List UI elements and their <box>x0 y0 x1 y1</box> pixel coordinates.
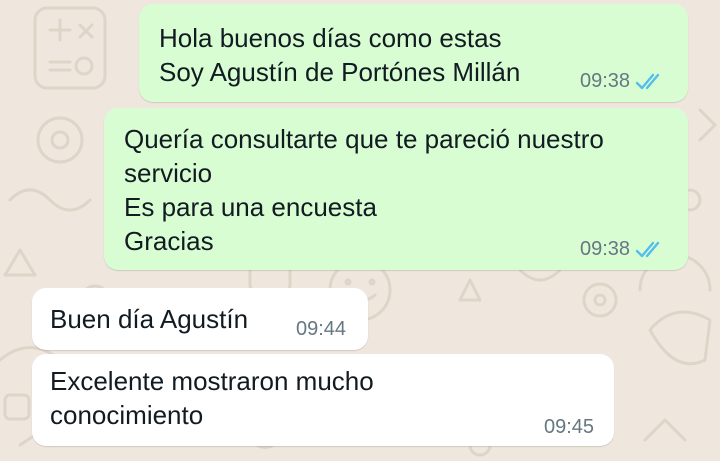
message-bubble-incoming[interactable]: Excelente mostraron mucho conocimiento 0… <box>32 354 614 446</box>
message-bubble-outgoing[interactable]: Quería consultarte que te pareció nuestr… <box>104 108 688 270</box>
message-timestamp: 09:44 <box>296 318 347 340</box>
message-text-line: Es para una encuesta <box>124 192 377 222</box>
message-meta: 09:38 <box>580 238 665 261</box>
message-timestamp: 09:38 <box>580 70 631 92</box>
message-text-line: servicio <box>124 158 213 188</box>
message-timestamp: 09:45 <box>544 416 595 438</box>
message-timestamp: 09:38 <box>580 238 631 260</box>
message-bubble-outgoing[interactable]: Hola buenos días como estas Soy Agustín … <box>139 4 688 102</box>
message-text-line: Excelente mostraron mucho <box>50 366 374 396</box>
message-text-line: Gracias <box>124 226 214 256</box>
message-meta: 09:38 <box>580 70 665 93</box>
message-text-line: conocimiento <box>50 400 204 430</box>
message-text-line: Hola buenos días como estas <box>159 23 502 53</box>
double-check-read-icon <box>635 241 660 257</box>
message-text-line: Soy Agustín de Portónes Millán <box>159 57 521 87</box>
message-text-line: Quería consultarte que te pareció nuestr… <box>124 124 604 154</box>
message-bubble-incoming[interactable]: Buen día Agustín 09:44 <box>32 288 368 350</box>
message-meta: 09:45 <box>544 416 594 439</box>
message-text-line: Buen día Agustín <box>50 304 249 334</box>
message-meta: 09:44 <box>296 318 346 341</box>
double-check-read-icon <box>635 73 660 89</box>
